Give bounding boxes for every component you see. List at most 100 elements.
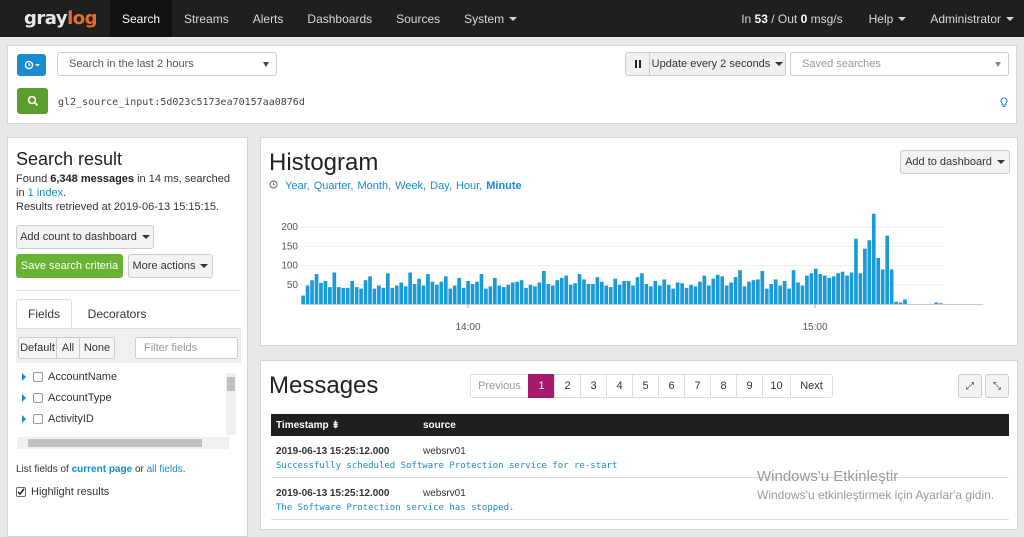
histogram-bar[interactable]: [394, 285, 399, 304]
histogram-bar[interactable]: [314, 274, 319, 304]
collapse-icon[interactable]: ⤡: [985, 374, 1009, 398]
pagination-page-4[interactable]: 4: [606, 374, 633, 398]
expand-icon[interactable]: ⤢: [958, 374, 982, 398]
histogram-bar[interactable]: [555, 280, 560, 304]
add-to-dashboard-button[interactable]: Add to dashboard: [900, 150, 1010, 174]
histogram-bar[interactable]: [800, 285, 805, 304]
histogram-bar[interactable]: [470, 284, 475, 304]
field-checkbox[interactable]: [33, 393, 43, 403]
histogram-bar[interactable]: [319, 282, 323, 304]
histogram-bar[interactable]: [733, 277, 738, 304]
histogram-bar[interactable]: [809, 273, 814, 304]
histogram-bar[interactable]: [796, 282, 800, 304]
histogram-bar[interactable]: [381, 287, 386, 304]
histogram-bar[interactable]: [506, 284, 511, 304]
nav-help[interactable]: Help: [857, 0, 919, 37]
field-checkbox[interactable]: [33, 414, 43, 424]
histogram-bar[interactable]: [533, 286, 537, 304]
histogram-bar[interactable]: [542, 270, 546, 304]
column-source[interactable]: source: [423, 420, 456, 431]
histogram-bar[interactable]: [323, 280, 328, 304]
histogram-bar[interactable]: [938, 303, 943, 304]
resolution-minute[interactable]: Minute: [486, 180, 521, 192]
histogram-bar[interactable]: [769, 284, 774, 304]
histogram-bar[interactable]: [773, 279, 778, 304]
histogram-bar[interactable]: [608, 287, 613, 304]
histogram-bar[interactable]: [854, 238, 858, 304]
graylog-logo[interactable]: gray log: [0, 0, 110, 37]
resolution-year[interactable]: Year,: [285, 180, 310, 192]
histogram-bar[interactable]: [435, 284, 439, 304]
all-fields-link[interactable]: all fields: [147, 464, 183, 475]
histogram-bar[interactable]: [497, 285, 502, 304]
histogram-bar[interactable]: [617, 284, 622, 304]
nav-alerts[interactable]: Alerts: [241, 0, 296, 37]
scrollbar-thumb[interactable]: [28, 439, 202, 447]
field-item[interactable]: AccountName: [22, 371, 117, 383]
histogram-bar[interactable]: [885, 235, 889, 304]
nav-dashboards[interactable]: Dashboards: [295, 0, 384, 37]
pagination-next[interactable]: Next: [790, 374, 833, 398]
save-search-criteria-button[interactable]: Save search criteria: [16, 254, 123, 278]
nav-sources[interactable]: Sources: [384, 0, 452, 37]
histogram-bar[interactable]: [443, 276, 448, 304]
histogram-bar[interactable]: [510, 282, 515, 304]
sort-icon[interactable]: ⇟: [331, 420, 339, 431]
histogram-bar[interactable]: [524, 287, 528, 304]
histogram-bar[interactable]: [595, 277, 600, 304]
histogram-bar[interactable]: [818, 274, 823, 304]
time-range-select[interactable]: Search in the last 2 hours: [57, 52, 277, 76]
search-query-input[interactable]: gl2_source_input:5d023c5173ea70157aa0876…: [58, 97, 305, 108]
expand-arrow-icon[interactable]: [22, 394, 26, 402]
histogram-bar[interactable]: [417, 278, 421, 304]
histogram-bar[interactable]: [867, 240, 872, 304]
histogram-bar[interactable]: [452, 285, 457, 304]
histogram-bar[interactable]: [341, 287, 346, 304]
index-link[interactable]: 1 index: [28, 187, 63, 199]
histogram-bar[interactable]: [328, 287, 332, 304]
histogram-bar[interactable]: [782, 280, 787, 304]
histogram-bar[interactable]: [644, 284, 649, 304]
histogram-bar[interactable]: [301, 295, 305, 304]
histogram-bar[interactable]: [702, 275, 707, 304]
pagination-page-9[interactable]: 9: [736, 374, 763, 398]
histogram-bar[interactable]: [484, 288, 488, 304]
histogram-chart[interactable]: 50 100 150 200 14:00 15:00: [263, 206, 1003, 341]
histogram-bar[interactable]: [448, 288, 453, 304]
histogram-bar[interactable]: [479, 274, 484, 304]
histogram-bar[interactable]: [756, 279, 760, 304]
nav-streams[interactable]: Streams: [172, 0, 241, 37]
pagination-page-7[interactable]: 7: [684, 374, 711, 398]
histogram-bar[interactable]: [519, 280, 524, 304]
histogram-bar[interactable]: [666, 284, 671, 304]
histogram-bar[interactable]: [680, 283, 684, 304]
histogram-bar[interactable]: [657, 285, 662, 304]
highlight-checkbox[interactable]: [16, 487, 26, 497]
histogram-bar[interactable]: [858, 273, 863, 304]
resolution-week[interactable]: Week,: [395, 180, 426, 192]
show-default-fields-button[interactable]: Default: [18, 337, 57, 359]
histogram-bar[interactable]: [649, 286, 653, 304]
resolution-quarter[interactable]: Quarter,: [314, 180, 354, 192]
histogram-bar[interactable]: [626, 280, 631, 304]
histogram-bar[interactable]: [724, 285, 729, 304]
histogram-bar[interactable]: [403, 286, 408, 304]
show-no-fields-button[interactable]: None: [79, 337, 115, 359]
histogram-bar[interactable]: [675, 282, 680, 304]
more-actions-button[interactable]: More actions: [128, 254, 213, 278]
histogram-bar[interactable]: [822, 275, 827, 304]
histogram-bar[interactable]: [849, 272, 854, 304]
histogram-bar[interactable]: [831, 276, 836, 304]
expand-arrow-icon[interactable]: [22, 415, 26, 423]
histogram-bar[interactable]: [466, 280, 470, 304]
histogram-bar[interactable]: [368, 276, 372, 304]
time-range-type-button[interactable]: [17, 54, 46, 76]
expand-arrow-icon[interactable]: [22, 373, 26, 381]
histogram-bar[interactable]: [684, 287, 689, 304]
histogram-bar[interactable]: [640, 273, 644, 304]
histogram-bar[interactable]: [310, 280, 314, 304]
add-count-to-dashboard-button[interactable]: Add count to dashboard: [16, 225, 154, 249]
histogram-bar[interactable]: [715, 274, 720, 304]
histogram-bar[interactable]: [840, 271, 845, 304]
histogram-bar[interactable]: [461, 287, 466, 304]
